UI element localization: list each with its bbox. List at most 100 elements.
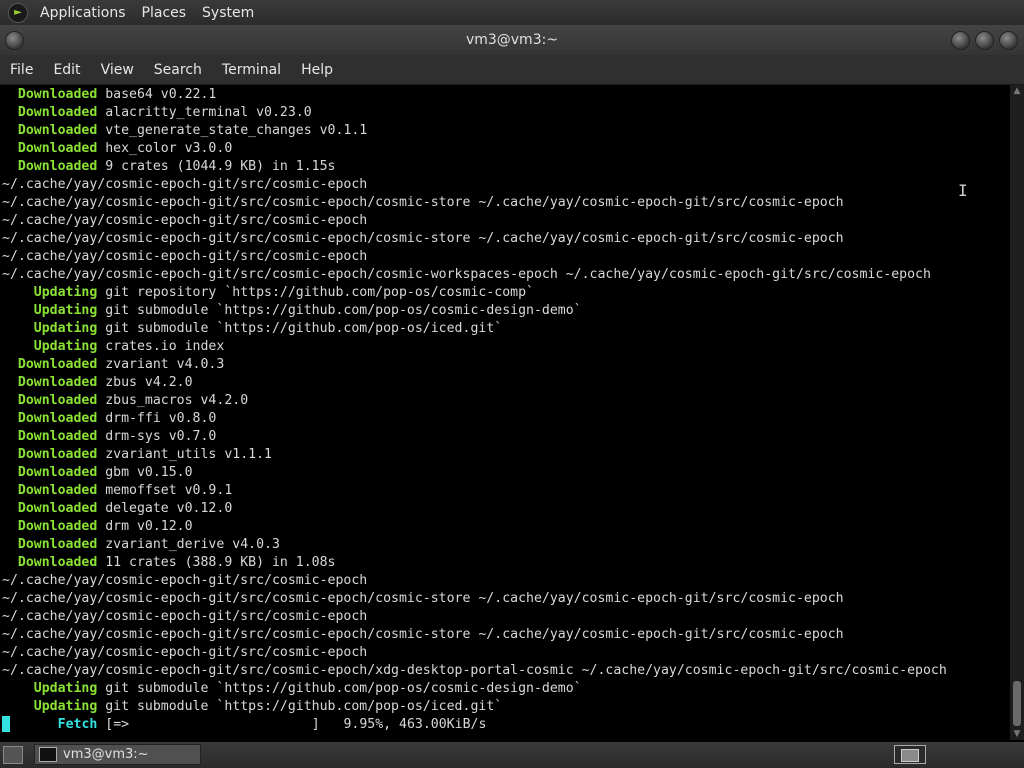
panel-menu-applications[interactable]: Applications	[32, 5, 134, 21]
line-text: ~/.cache/yay/cosmic-epoch-git/src/cosmic…	[2, 177, 368, 192]
line-text: zvariant v4.0.3	[97, 357, 225, 372]
status-keyword: Updating	[2, 699, 98, 714]
line-text: zbus_macros v4.2.0	[97, 393, 249, 408]
workspace-1[interactable]	[901, 749, 919, 762]
line-text: ~/.cache/yay/cosmic-epoch-git/src/cosmic…	[2, 591, 844, 606]
status-keyword: Downloaded	[2, 375, 98, 390]
line-text: base64 v0.22.1	[97, 87, 217, 102]
status-keyword: Updating	[2, 339, 98, 354]
status-keyword: Downloaded	[2, 411, 98, 426]
status-keyword: Downloaded	[2, 501, 98, 516]
terminal-line: Downloaded drm-ffi v0.8.0	[0, 410, 1010, 428]
fetch-keyword: Fetch	[10, 717, 98, 732]
line-text: git submodule `https://github.com/pop-os…	[97, 681, 582, 696]
minimize-button[interactable]	[951, 31, 970, 50]
menu-edit[interactable]: Edit	[43, 62, 90, 78]
line-text: ~/.cache/yay/cosmic-epoch-git/src/cosmic…	[2, 249, 368, 264]
terminal-line: Updating git submodule `https://github.c…	[0, 698, 1010, 716]
line-text: drm-sys v0.7.0	[97, 429, 217, 444]
scrollbar-thumb[interactable]	[1013, 681, 1021, 726]
scroll-up-icon[interactable]: ▲	[1010, 85, 1024, 97]
line-text: ~/.cache/yay/cosmic-epoch-git/src/cosmic…	[2, 213, 368, 228]
line-text: hex_color v3.0.0	[97, 141, 233, 156]
terminal-line: ~/.cache/yay/cosmic-epoch-git/src/cosmic…	[0, 194, 1010, 212]
menu-view[interactable]: View	[91, 62, 144, 78]
terminal-line: ~/.cache/yay/cosmic-epoch-git/src/cosmic…	[0, 626, 1010, 644]
terminal-line: ~/.cache/yay/cosmic-epoch-git/src/cosmic…	[0, 572, 1010, 590]
terminal-line: Downloaded alacritty_terminal v0.23.0	[0, 104, 1010, 122]
status-keyword: Downloaded	[2, 105, 98, 120]
status-keyword: Downloaded	[2, 357, 98, 372]
menu-help[interactable]: Help	[291, 62, 343, 78]
workspace-switcher-icon[interactable]	[894, 745, 926, 764]
line-text: crates.io index	[97, 339, 225, 354]
status-keyword: Downloaded	[2, 429, 98, 444]
terminal-line: Downloaded memoffset v0.9.1	[0, 482, 1010, 500]
terminal-line: ~/.cache/yay/cosmic-epoch-git/src/cosmic…	[0, 176, 1010, 194]
status-keyword: Downloaded	[2, 447, 98, 462]
line-text: drm-ffi v0.8.0	[97, 411, 217, 426]
line-text: git submodule `https://github.com/pop-os…	[97, 699, 503, 714]
terminal-line: ~/.cache/yay/cosmic-epoch-git/src/cosmic…	[0, 248, 1010, 266]
line-text: ~/.cache/yay/cosmic-epoch-git/src/cosmic…	[2, 231, 844, 246]
line-text: gbm v0.15.0	[97, 465, 193, 480]
bottom-panel: vm3@vm3:~	[0, 742, 1024, 768]
terminal-line: Downloaded base64 v0.22.1	[0, 86, 1010, 104]
scroll-down-icon[interactable]: ▼	[1010, 728, 1024, 740]
taskbar-item-label: vm3@vm3:~	[63, 747, 149, 762]
terminal-line: Downloaded 11 crates (388.9 KB) in 1.08s	[0, 554, 1010, 572]
terminal-line: Downloaded vte_generate_state_changes v0…	[0, 122, 1010, 140]
line-text: 11 crates (388.9 KB) in 1.08s	[97, 555, 336, 570]
terminal-line: ~/.cache/yay/cosmic-epoch-git/src/cosmic…	[0, 590, 1010, 608]
terminal-line: Downloaded 9 crates (1044.9 KB) in 1.15s	[0, 158, 1010, 176]
show-desktop-icon[interactable]	[3, 746, 23, 764]
status-keyword: Downloaded	[2, 123, 98, 138]
line-text: ~/.cache/yay/cosmic-epoch-git/src/cosmic…	[2, 609, 368, 624]
line-text: alacritty_terminal v0.23.0	[97, 105, 312, 120]
terminal-launcher-icon[interactable]: ►	[8, 2, 28, 23]
line-text: vte_generate_state_changes v0.1.1	[97, 123, 368, 138]
terminal-cursor	[2, 716, 10, 732]
status-keyword: Downloaded	[2, 465, 98, 480]
maximize-button[interactable]	[975, 31, 994, 50]
scrollbar[interactable]: ▲ ▼	[1010, 85, 1024, 740]
terminal-icon	[39, 747, 57, 762]
menu-file[interactable]: File	[0, 62, 43, 78]
panel-menu-system[interactable]: System	[194, 5, 262, 21]
line-text: delegate v0.12.0	[97, 501, 233, 516]
menu-search[interactable]: Search	[144, 62, 212, 78]
line-text: memoffset v0.9.1	[97, 483, 233, 498]
close-button[interactable]	[999, 31, 1018, 50]
terminal-line: ~/.cache/yay/cosmic-epoch-git/src/cosmic…	[0, 608, 1010, 626]
terminal-line: Downloaded gbm v0.15.0	[0, 464, 1010, 482]
status-keyword: Downloaded	[2, 519, 98, 534]
taskbar-item-terminal[interactable]: vm3@vm3:~	[34, 744, 201, 765]
line-text: git submodule `https://github.com/pop-os…	[97, 321, 503, 336]
menu-terminal[interactable]: Terminal	[212, 62, 291, 78]
status-keyword: Downloaded	[2, 537, 98, 552]
terminal-line: Updating git repository `https://github.…	[0, 284, 1010, 302]
terminal-line: Updating git submodule `https://github.c…	[0, 302, 1010, 320]
window-title: vm3@vm3:~	[465, 32, 559, 48]
status-keyword: Updating	[2, 321, 98, 336]
menubar: File Edit View Search Terminal Help	[0, 55, 1024, 85]
line-text: 9 crates (1044.9 KB) in 1.15s	[97, 159, 336, 174]
status-keyword: Downloaded	[2, 87, 98, 102]
terminal-line: ~/.cache/yay/cosmic-epoch-git/src/cosmic…	[0, 644, 1010, 662]
status-keyword: Downloaded	[2, 141, 98, 156]
terminal-line: Downloaded hex_color v3.0.0	[0, 140, 1010, 158]
fetch-progress-line: Fetch [=> ] 9.95%, 463.00KiB/s	[0, 716, 1010, 734]
window-title-bar[interactable]: vm3@vm3:~	[0, 25, 1024, 55]
terminal-output[interactable]: Downloaded base64 v0.22.1 Downloaded ala…	[0, 85, 1010, 741]
terminal-line: Downloaded delegate v0.12.0	[0, 500, 1010, 518]
terminal-line: Downloaded drm-sys v0.7.0	[0, 428, 1010, 446]
text-cursor-icon: I	[958, 181, 968, 200]
line-text: zvariant_utils v1.1.1	[97, 447, 272, 462]
window-menu-button[interactable]	[5, 31, 24, 50]
fetch-progress-text: [=> ] 9.95%, 463.00KiB/s	[97, 717, 487, 732]
terminal-line: Updating crates.io index	[0, 338, 1010, 356]
terminal-line: Downloaded zbus_macros v4.2.0	[0, 392, 1010, 410]
status-keyword: Downloaded	[2, 393, 98, 408]
terminal-line: Updating git submodule `https://github.c…	[0, 320, 1010, 338]
panel-menu-places[interactable]: Places	[134, 5, 195, 21]
